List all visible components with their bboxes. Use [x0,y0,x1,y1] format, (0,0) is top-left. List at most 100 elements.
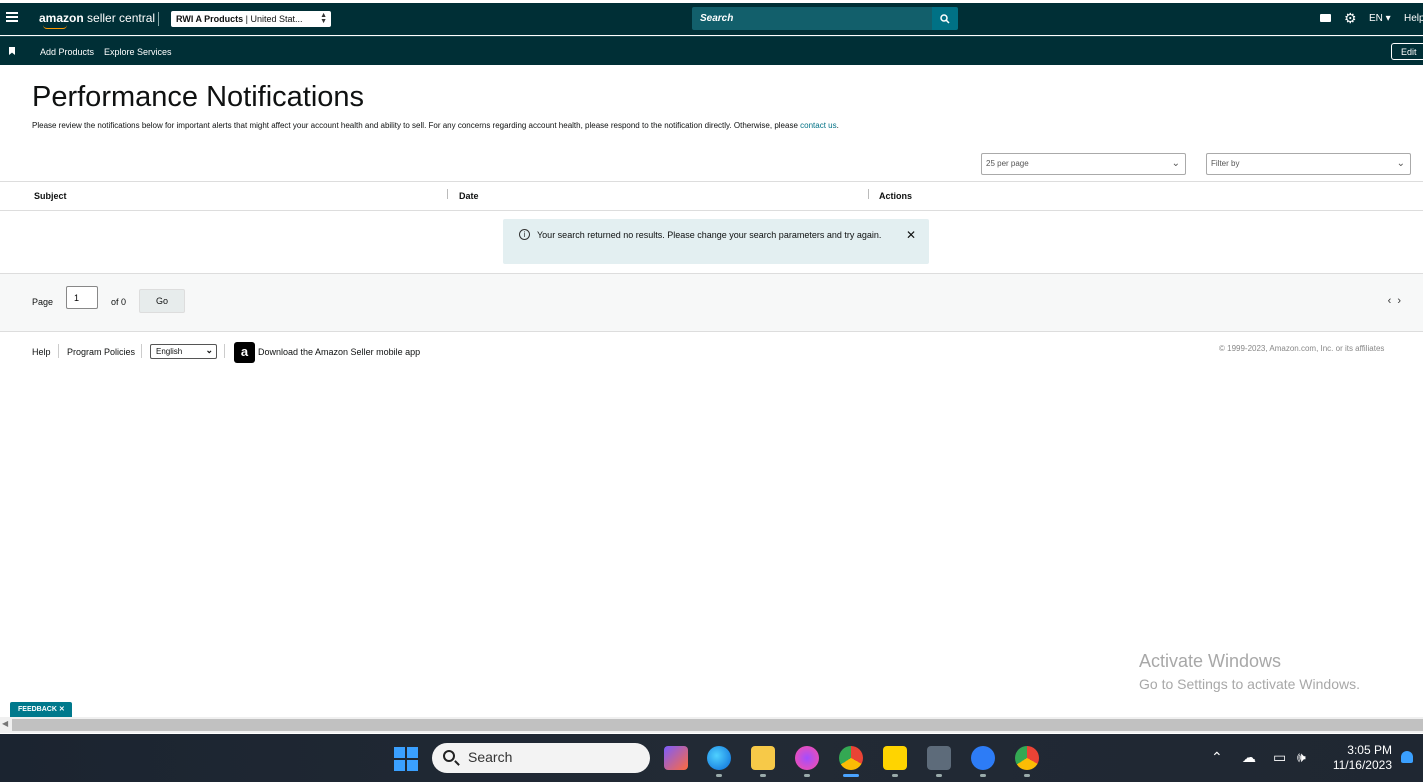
column-header-date[interactable]: Date [459,191,479,201]
updown-chevron-icon: ▲ ▼ [320,12,327,25]
logo-brand: amazon [39,11,84,25]
calculator-icon[interactable] [927,746,951,770]
column-header-actions: Actions [879,191,913,201]
bookmark-icon[interactable] [9,47,15,55]
go-button[interactable]: Go [139,289,185,313]
clock-date: 11/16/2023 [1332,758,1392,772]
chevron-right-icon[interactable]: › [1397,295,1407,307]
top-header: amazon seller central RWI A Products | U… [0,3,1423,35]
column-separator [447,189,448,199]
language-menu[interactable]: EN ▾ [1369,13,1391,24]
taskbar-search-label: Search [468,749,513,765]
scrollbar-thumb[interactable] [12,719,1423,731]
help-link[interactable]: Help [1404,13,1423,24]
info-icon: i [519,229,530,240]
windows-taskbar: Search ⌃ ☁ ▭ 🕪 3:05 PM 11/16/2023 [0,734,1423,782]
nav-bar: Add Products Explore Services Edit [0,36,1423,65]
alert-message: Your search returned no results. Please … [537,230,882,240]
store-selector[interactable]: RWI A Products | United Stat... ▲ ▼ [171,11,331,27]
edit-nav-button[interactable]: Edit [1391,43,1423,60]
running-indicator [804,774,810,777]
volume-icon[interactable]: 🕪 [1297,749,1306,766]
column-header-subject[interactable]: Subject [34,191,67,201]
page-arrows: ‹› [1388,295,1407,307]
chrome-profile-icon[interactable] [1015,746,1039,770]
store-name: RWI A Products [176,14,244,24]
footer-help-link[interactable]: Help [32,347,51,357]
scroll-left-icon[interactable]: ◀ [2,719,8,728]
logo-smile [43,25,67,29]
filter-select[interactable]: Filter by ⌄ [1206,153,1411,175]
chevron-left-icon[interactable]: ‹ [1388,295,1398,307]
search-icon [443,750,455,762]
header-divider [158,12,159,26]
contact-us-link[interactable]: contact us [800,121,836,130]
mail-icon[interactable] [1320,14,1331,22]
edge-browser-icon[interactable] [707,746,731,770]
running-indicator [1024,774,1030,777]
footer: Help Program Policies English ⌄ a Downlo… [0,340,1423,364]
footer-policies-link[interactable]: Program Policies [67,347,135,357]
active-indicator [843,774,859,777]
page-of-label: of 0 [111,297,127,307]
taskbar-search[interactable]: Search [432,743,650,773]
running-indicator [760,774,766,777]
cloud-icon[interactable]: ☁ [1242,749,1256,766]
gear-icon[interactable]: ⚙ [1344,11,1357,25]
pagination-bar: Page of 0 Go ‹› [0,273,1423,332]
filter-placeholder: Filter by [1211,159,1240,168]
clock-time: 3:05 PM [1347,743,1392,757]
messenger-icon[interactable] [795,746,819,770]
download-app-link[interactable]: Download the Amazon Seller mobile app [258,347,420,357]
chevron-down-icon: ⌄ [1171,158,1180,169]
table-header-border [0,210,1423,211]
seller-central-logo[interactable]: amazon seller central [39,11,156,29]
table-top-border [0,181,1423,182]
zoom-icon[interactable] [971,746,995,770]
running-indicator [936,774,942,777]
chevron-up-icon[interactable]: ⌃ [1211,749,1223,766]
running-indicator [980,774,986,777]
page-number-input[interactable] [66,286,98,309]
copyright-text: © 1999-2023, Amazon.com, Inc. or its aff… [1219,344,1385,353]
search-input[interactable]: Search [692,7,932,30]
running-indicator [892,774,898,777]
page-description: Please review the notifications below fo… [32,121,839,130]
footer-language-select[interactable]: English ⌄ [150,344,217,359]
per-page-value: 25 per page [986,159,1029,168]
copilot-preview-icon[interactable] [664,746,688,770]
activate-windows-subtitle: Go to Settings to activate Windows. [1139,676,1360,692]
hamburger-menu-icon[interactable] [6,12,18,24]
amazon-app-icon[interactable]: a [234,342,255,363]
footer-separator [141,344,142,358]
page-label: Page [32,297,54,307]
logo-suffix: seller central [83,11,156,25]
per-page-select[interactable]: 25 per page ⌄ [981,153,1186,175]
taskbar-clock[interactable]: 3:05 PM 11/16/2023 [1330,743,1392,773]
description-text: Please review the notifications below fo… [32,121,801,130]
footer-separator [224,344,225,358]
horizontal-scrollbar[interactable]: ◀ [0,717,1423,733]
search-button[interactable] [932,7,958,30]
feedback-button[interactable]: FEEDBACK ✕ [10,702,72,717]
running-indicator [716,774,722,777]
no-results-alert: i Your search returned no results. Pleas… [503,219,929,264]
search-icon [940,13,950,24]
windows-start-icon[interactable] [394,747,418,771]
activate-windows-title: Activate Windows [1139,651,1282,671]
store-region: | United Stat... [243,14,303,24]
nav-item-add-products[interactable]: Add Products [40,47,94,57]
notification-bell-icon[interactable] [1401,751,1413,763]
sticky-notes-icon[interactable] [883,746,907,770]
file-explorer-icon[interactable] [751,746,775,770]
description-end: . [836,121,839,130]
chevron-down-icon: ⌄ [1396,158,1405,169]
chrome-icon[interactable] [839,746,863,770]
close-icon[interactable]: ✕ [906,228,916,242]
page-title: Performance Notifications [32,81,365,113]
nav-item-explore-services[interactable]: Explore Services [104,47,172,57]
footer-language-value: English [156,347,183,356]
display-icon[interactable]: ▭ [1273,749,1286,766]
chevron-down-icon: ⌄ [205,345,213,355]
footer-separator [58,344,59,358]
